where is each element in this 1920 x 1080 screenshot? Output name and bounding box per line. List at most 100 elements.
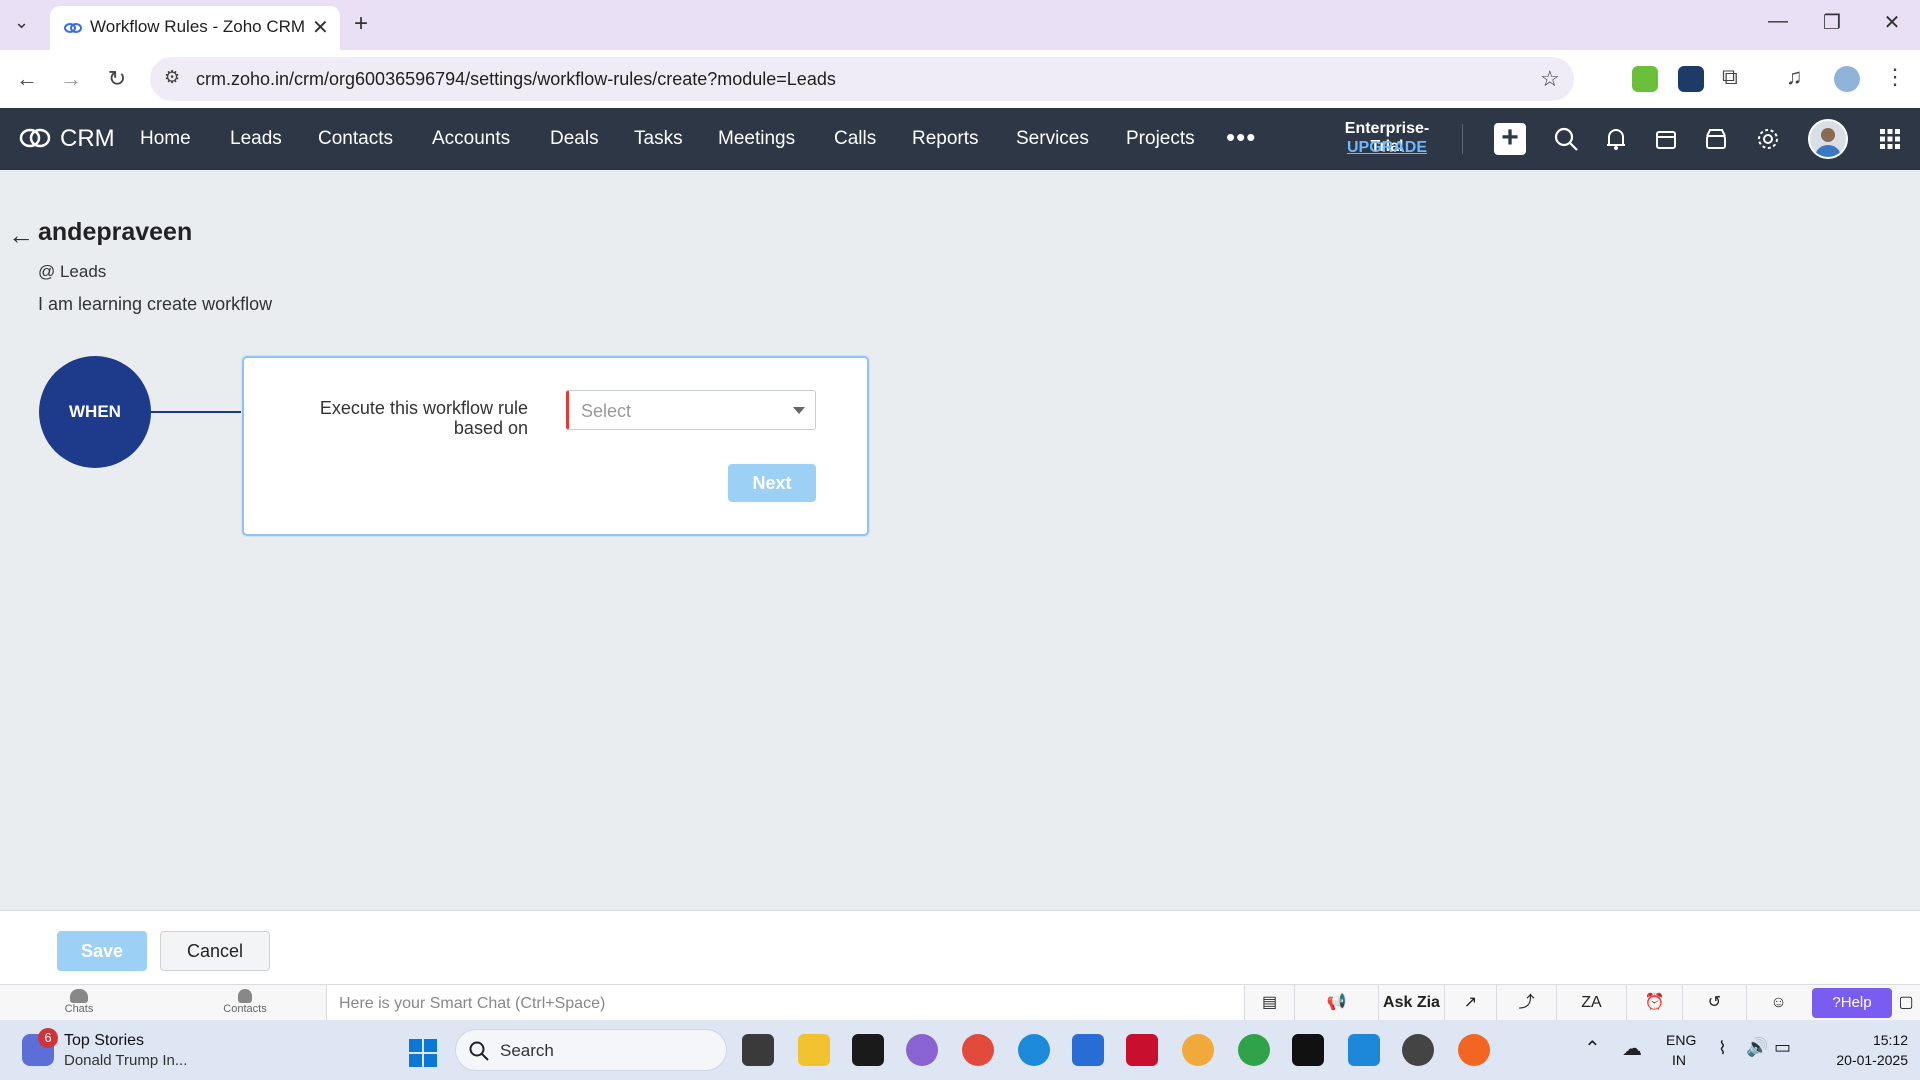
apps-grid-icon[interactable] <box>1876 125 1904 153</box>
user-avatar[interactable] <box>1808 119 1848 159</box>
terminal-icon[interactable] <box>852 1034 884 1066</box>
taskbar-search-icon <box>469 1041 489 1061</box>
news-badge: 6 <box>38 1028 58 1048</box>
nav-divider <box>1462 124 1463 154</box>
bell-icon[interactable] <box>1602 125 1630 153</box>
contacts-label: Contacts <box>223 1003 267 1015</box>
help-button[interactable]: ?Help <box>1812 988 1892 1018</box>
marketplace-icon[interactable] <box>1702 125 1730 153</box>
when-connector-line <box>151 411 243 413</box>
wifi-icon[interactable]: ⌇ <box>1718 1038 1727 1059</box>
extension-frog-icon[interactable] <box>1632 66 1658 92</box>
figma-icon[interactable] <box>1292 1034 1324 1066</box>
back-icon[interactable]: ← <box>12 64 42 94</box>
site-info-icon[interactable]: ⚙ <box>164 67 180 88</box>
windows-start-icon[interactable] <box>408 1038 438 1068</box>
history-icon[interactable]: ↺ <box>1682 985 1746 1021</box>
nav-more-icon[interactable]: ••• <box>1226 122 1256 153</box>
trigger-select-placeholder: Select <box>581 401 632 421</box>
file-explorer-icon[interactable] <box>798 1034 830 1066</box>
alarm-clock-icon[interactable]: ⏰ <box>1626 985 1682 1021</box>
battery-icon[interactable]: ▭ <box>1774 1037 1791 1058</box>
windows-taskbar: 6 Top Stories Donald Trump In... Search … <box>0 1020 1920 1080</box>
nav-contacts[interactable]: Contacts <box>318 128 393 150</box>
feedback-icon[interactable]: ▢ <box>1892 985 1920 1021</box>
chrome-icon[interactable] <box>962 1034 994 1066</box>
taskbar-search[interactable]: Search <box>455 1029 727 1071</box>
extension-react-icon[interactable] <box>1678 66 1704 92</box>
taskbar-search-placeholder: Search <box>500 1041 554 1060</box>
nav-leads[interactable]: Leads <box>230 128 282 150</box>
nav-home[interactable]: Home <box>140 128 191 150</box>
cancel-button[interactable]: Cancel <box>160 931 270 971</box>
forward-icon[interactable]: → <box>56 64 86 94</box>
announcement-icon[interactable]: 📢 <box>1294 985 1378 1021</box>
task-view-icon[interactable] <box>742 1034 774 1066</box>
reload-icon[interactable]: ↻ <box>102 64 132 94</box>
clock-time[interactable]: 15:12 <box>1848 1032 1908 1048</box>
language-region[interactable]: IN <box>1672 1052 1686 1068</box>
translate-icon[interactable]: ZA <box>1556 985 1626 1021</box>
next-button[interactable]: Next <box>728 464 816 502</box>
mcafee-icon[interactable] <box>1126 1034 1158 1066</box>
restore-icon[interactable]: ❐ <box>1812 10 1852 35</box>
analytics-icon[interactable]: ↗ <box>1444 985 1496 1021</box>
bookmark-star-icon[interactable]: ☆ <box>1540 66 1560 92</box>
contacts-tab[interactable]: Contacts <box>190 985 300 1021</box>
news-title[interactable]: Top Stories <box>64 1032 144 1050</box>
back-arrow-icon[interactable]: ← <box>8 220 34 251</box>
save-button[interactable]: Save <box>57 931 147 971</box>
copilot-icon[interactable] <box>906 1034 938 1066</box>
postman-icon[interactable] <box>1458 1034 1490 1066</box>
edge-icon[interactable] <box>1018 1034 1050 1066</box>
calendar-icon[interactable] <box>1652 125 1680 153</box>
tray-chevron-up-icon[interactable]: ⌃ <box>1584 1036 1601 1061</box>
profile-avatar-icon[interactable] <box>1834 66 1860 92</box>
media-control-icon[interactable]: ♫ <box>1786 64 1803 90</box>
photos-icon[interactable] <box>1182 1034 1214 1066</box>
settings-gear-icon[interactable] <box>1754 125 1782 153</box>
ask-zia-button[interactable]: Ask Zia <box>1378 985 1444 1021</box>
rule-name: andepraveen <box>38 218 193 246</box>
window-close-icon[interactable]: ✕ <box>1872 10 1912 35</box>
browser-menu-icon[interactable]: ⋮ <box>1884 64 1906 90</box>
language-code[interactable]: ENG <box>1666 1032 1696 1048</box>
notes-tool-icon[interactable]: ▤ <box>1244 985 1294 1021</box>
minimize-icon[interactable]: — <box>1758 10 1798 33</box>
new-tab-icon[interactable]: + <box>354 10 368 38</box>
news-subtitle[interactable]: Donald Trump In... <box>64 1052 187 1069</box>
address-bar[interactable]: ⚙ crm.zoho.in/crm/org60036596794/setting… <box>150 57 1574 101</box>
github-desktop-icon[interactable] <box>1402 1034 1434 1066</box>
upgrade-link[interactable]: UPGRADE <box>1330 139 1444 157</box>
nav-tasks[interactable]: Tasks <box>634 128 683 150</box>
zoho-crm-logo-icon[interactable] <box>18 125 52 151</box>
onedrive-cloud-icon[interactable]: ☁ <box>1622 1036 1642 1061</box>
chrome-profile-icon[interactable] <box>1238 1034 1270 1066</box>
volume-icon[interactable]: 🔊 <box>1746 1037 1768 1058</box>
smart-chat-input[interactable]: Here is your Smart Chat (Ctrl+Space) <box>326 985 1244 1021</box>
clock-date[interactable]: 20-01-2025 <box>1818 1052 1908 1068</box>
search-icon[interactable] <box>1552 125 1580 153</box>
nav-meetings[interactable]: Meetings <box>718 128 795 150</box>
crm-logo-text: CRM <box>60 125 115 152</box>
nav-projects[interactable]: Projects <box>1126 128 1195 150</box>
nav-accounts[interactable]: Accounts <box>432 128 510 150</box>
chats-tab[interactable]: Chats <box>24 985 134 1021</box>
tab-search-chevron-icon[interactable]: ⌄ <box>14 12 29 33</box>
url-text: crm.zoho.in/crm/org60036596794/settings/… <box>196 69 836 89</box>
trigger-select[interactable]: Select <box>566 390 816 430</box>
when-trigger-card: Execute this workflow rule based on Sele… <box>242 356 869 536</box>
nav-deals[interactable]: Deals <box>550 128 599 150</box>
microsoft-store-icon[interactable] <box>1072 1034 1104 1066</box>
quick-create-plus-icon[interactable]: + <box>1494 123 1526 155</box>
accessibility-icon[interactable]: ☺ <box>1746 985 1810 1021</box>
tab-close-icon[interactable]: ✕ <box>312 15 329 40</box>
nav-reports[interactable]: Reports <box>912 128 979 150</box>
rule-module: @ Leads <box>38 262 107 281</box>
nav-calls[interactable]: Calls <box>834 128 876 150</box>
nav-services[interactable]: Services <box>1016 128 1089 150</box>
vscode-icon[interactable] <box>1348 1034 1380 1066</box>
share-icon[interactable]: ⤴ <box>1496 985 1556 1021</box>
extensions-puzzle-icon[interactable]: ⧉ <box>1722 64 1738 90</box>
browser-tab-active[interactable]: Workflow Rules - Zoho CRM ✕ <box>50 6 340 50</box>
